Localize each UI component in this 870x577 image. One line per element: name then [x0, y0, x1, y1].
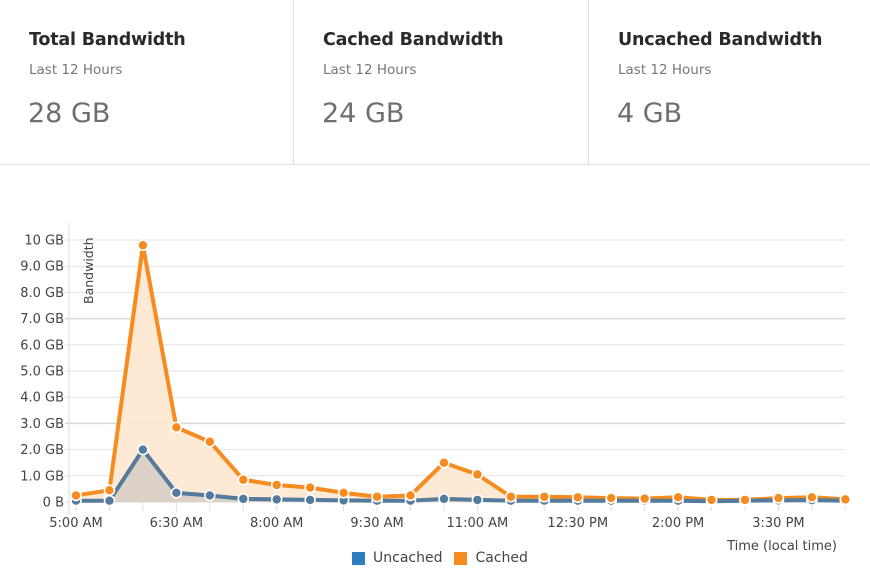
stat-value: 28 GB — [28, 98, 111, 129]
y-tick-label: 6.0 GB — [20, 338, 64, 353]
stat-title: Uncached Bandwidth — [618, 30, 823, 50]
point-cached — [806, 491, 818, 504]
y-tick-label: 2.0 GB — [20, 443, 64, 458]
stat-value: 4 GB — [617, 98, 683, 129]
point-uncached — [304, 494, 316, 506]
legend-label: Cached — [475, 550, 528, 566]
legend-item-uncached[interactable]: Uncached — [352, 550, 442, 566]
point-cached — [672, 491, 684, 504]
point-cached — [772, 492, 785, 504]
legend-label: Uncached — [373, 550, 443, 566]
point-cached — [638, 492, 651, 505]
point-uncached — [471, 494, 484, 506]
point-uncached — [438, 493, 450, 505]
point-cached — [337, 487, 350, 499]
series-areas — [76, 245, 846, 503]
point-cached — [739, 494, 751, 506]
point-cached — [270, 479, 283, 491]
x-tick-label: 12:30 PM — [547, 516, 608, 531]
point-uncached — [103, 494, 116, 507]
x-tick-label: 9:30 AM — [350, 516, 403, 531]
point-cached — [204, 435, 216, 448]
y-tick-label: 3.0 GB — [20, 417, 64, 432]
point-cached — [605, 492, 618, 504]
point-cached — [237, 473, 250, 486]
chart-legend: Uncached Cached — [352, 550, 540, 566]
point-uncached — [170, 487, 183, 499]
point-cached — [471, 468, 484, 481]
bandwidth-chart: 0 B 1.0 GB 2.0 GB 3.0 GB 4.0 GB 5.0 GB 6.0 GB 7… — [20, 223, 852, 554]
point-uncached — [270, 493, 283, 506]
stat-title: Cached Bandwidth — [323, 30, 504, 50]
stat-subtitle: Last 12 Hours — [29, 62, 123, 78]
legend-swatch-cached — [454, 551, 468, 565]
x-tick-label: 8:00 AM — [250, 516, 303, 531]
stat-subtitle: Last 12 Hours — [618, 62, 712, 78]
point-cached — [438, 456, 450, 469]
stat-subtitle: Last 12 Hours — [323, 62, 417, 78]
point-cached — [304, 481, 316, 494]
y-tick-label: 4.0 GB — [20, 391, 64, 406]
x-axis-ticks: 5:00 AM 6:30 AM 8:00 AM 9:30 AM 11:00 AM 12:3… — [49, 502, 846, 531]
point-cached — [571, 491, 584, 504]
point-uncached — [204, 489, 216, 502]
stat-title: Total Bandwidth — [29, 30, 186, 50]
stat-cached-bandwidth: Cached Bandwidth Last 12 Hours 24 GB — [293, 0, 588, 164]
point-cached — [70, 489, 82, 502]
x-axis-title: Time (local time) — [726, 539, 837, 554]
y-tick-label: 7.0 GB — [20, 312, 64, 327]
legend-item-cached[interactable]: Cached — [454, 550, 528, 566]
y-axis-ticks: 0 B 1.0 GB 2.0 GB 3.0 GB 4.0 GB 5.0 GB 6.0 GB 7… — [20, 234, 64, 511]
y-tick-label: 10 GB — [24, 234, 64, 249]
area-cached — [76, 245, 846, 503]
y-tick-label: 8.0 GB — [20, 286, 64, 301]
point-cached — [137, 239, 149, 252]
point-cached — [371, 490, 383, 503]
y-tick-label: 5.0 GB — [20, 365, 64, 380]
point-cached — [505, 490, 517, 503]
y-tick-label: 9.0 GB — [20, 260, 64, 275]
stats-panel: Total Bandwidth Last 12 Hours 28 GB Cach… — [0, 0, 870, 165]
x-tick-label: 11:00 AM — [447, 516, 509, 531]
point-uncached — [137, 443, 149, 456]
legend-swatch-uncached — [352, 551, 365, 565]
point-cached — [839, 493, 852, 506]
point-cached — [705, 494, 718, 506]
x-tick-label: 3:30 PM — [752, 516, 804, 531]
stat-total-bandwidth: Total Bandwidth Last 12 Hours 28 GB — [0, 0, 293, 164]
point-uncached — [237, 493, 250, 505]
stat-uncached-bandwidth: Uncached Bandwidth Last 12 Hours 4 GB — [588, 0, 870, 164]
x-tick-label: 5:00 AM — [49, 516, 102, 531]
point-cached — [103, 484, 116, 497]
x-tick-label: 2:00 PM — [652, 516, 704, 531]
y-axis-title: Bandwidth — [81, 237, 96, 304]
y-tick-label: 1.0 GB — [20, 469, 64, 484]
point-cached — [170, 421, 183, 434]
point-cached — [404, 489, 417, 502]
stat-value: 24 GB — [322, 98, 405, 129]
point-cached — [538, 490, 551, 503]
x-tick-label: 6:30 AM — [150, 516, 203, 531]
y-tick-label: 0 B — [43, 496, 64, 511]
